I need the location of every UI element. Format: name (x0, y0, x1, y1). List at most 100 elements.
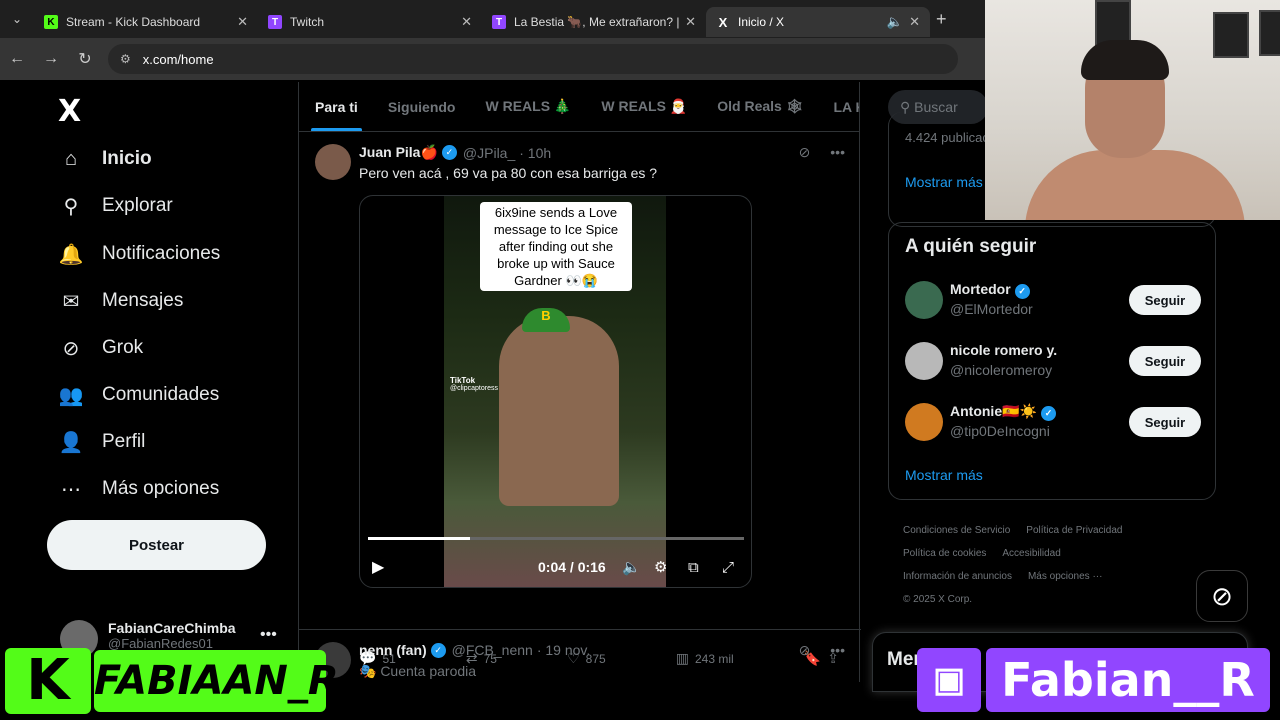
tab-siguiendo[interactable]: Siguiendo (388, 82, 456, 131)
nav-label: Mensajes (102, 290, 184, 311)
tweet-header-actions: ⊘ ••• (783, 144, 845, 161)
nav-item-messages[interactable]: ✉ Mensajes (58, 288, 184, 314)
settings-icon[interactable]: ⚙ (654, 558, 667, 576)
follow-button[interactable]: Seguir (1129, 285, 1201, 315)
tweet-handle[interactable]: @JPila_ (463, 145, 515, 161)
footer-link[interactable]: Más opciones ··· (1028, 571, 1102, 582)
avatar[interactable] (905, 342, 943, 380)
footer-link[interactable]: Política de Privacidad (1026, 525, 1122, 536)
pip-icon[interactable]: ⧉ (688, 559, 699, 576)
tweet-time[interactable]: · 10h (519, 145, 551, 161)
nav-item-profile[interactable]: 👤 Perfil (58, 429, 146, 455)
grok-icon[interactable]: ⊘ (799, 144, 811, 160)
tweet-header: Juan Pila🍎 ✓ @JPila_ · 10h (359, 144, 551, 161)
feed-tabs: Para ti Siguiendo W REALS 🎄 W REALS 🎅 Ol… (299, 82, 859, 132)
tab-title: Stream - Kick Dashboard (66, 15, 201, 29)
tweet-time[interactable]: · 19 nov. (537, 642, 590, 658)
follow-button[interactable]: Seguir (1129, 407, 1201, 437)
new-tab-button[interactable]: + (936, 9, 947, 30)
tab-old-reals[interactable]: Old Reals 🕸 (717, 82, 803, 131)
tab-la-k[interactable]: LA K-E (833, 82, 859, 131)
tweet-author-name[interactable]: Juan Pila🍎 (359, 144, 438, 161)
tab-close-icon[interactable]: ✕ (237, 14, 248, 30)
nav-item-home[interactable]: ⌂ Inicio (58, 146, 152, 172)
suggestion-name-text: Mortedor (950, 281, 1011, 297)
browser-tab-kick[interactable]: K Stream - Kick Dashboard ✕ (34, 7, 258, 37)
account-name: FabianCareChimba (108, 620, 236, 636)
tab-close-icon[interactable]: ✕ (685, 14, 696, 30)
tab-search-dropdown[interactable]: ⌄ (0, 0, 34, 38)
speaker-icon[interactable]: 🔈 (887, 14, 903, 30)
volume-icon[interactable]: 🔈 (622, 558, 641, 576)
grok-icon: ⊘ (62, 337, 80, 360)
video-controls: ▶ 0:04 / 0:16 🔈 ⚙ ⧉ ⤢ (360, 554, 751, 580)
avatar[interactable] (315, 144, 351, 180)
suggestion-name: Mortedor ✓ (950, 281, 1030, 299)
avatar[interactable] (905, 403, 943, 441)
follow-suggestion[interactable]: Antonie🇪🇸☀️ ✓ @tip0DeIncogni Seguir (905, 401, 1201, 445)
grok-fab-button[interactable]: ⊘ (1196, 570, 1248, 622)
tweet-more-icon[interactable]: ••• (830, 144, 845, 160)
bell-icon: 🔔 (58, 243, 84, 266)
reload-icon[interactable]: ↻ (68, 49, 102, 69)
avatar[interactable] (905, 281, 943, 319)
nav-item-more[interactable]: ⋯ Más opciones (58, 476, 219, 502)
suggestion-handle: @tip0DeIncogni (950, 423, 1050, 439)
follow-suggestion[interactable]: Mortedor ✓ @ElMortedor Seguir (905, 279, 1201, 323)
video-progress-bar[interactable] (368, 537, 744, 540)
nav-item-notifications[interactable]: 🔔 Notificaciones (58, 241, 221, 267)
more-options-icon: ⋯ (61, 478, 81, 501)
site-info-icon[interactable]: ⚙ (120, 52, 131, 66)
twitch-favicon-icon: T (492, 15, 506, 29)
streamer-body (1025, 150, 1245, 220)
footer-link[interactable]: Información de anuncios (903, 571, 1012, 582)
verified-badge-icon: ✓ (1040, 406, 1056, 421)
follow-suggestion[interactable]: nicole romero y. @nicoleromeroy Seguir (905, 340, 1201, 384)
tweet-handle[interactable]: @FCB_nenn (452, 642, 533, 658)
x-logo-icon[interactable]: X (58, 94, 81, 129)
video-frame: 6ix9ine sends a Love message to Ice Spic… (444, 196, 666, 587)
tab-title: La Bestia 🐂, Me extrañaron? | (514, 15, 680, 29)
tweet[interactable]: Juan Pila🍎 ✓ @JPila_ · 10h ⊘ ••• Pero ve… (299, 132, 861, 666)
hat-letter: B (522, 308, 570, 332)
account-more-icon[interactable]: ••• (260, 626, 277, 644)
post-button[interactable]: Postear (47, 520, 266, 570)
communities-icon: 👥 (58, 384, 84, 407)
suggestion-name-text: Antonie🇪🇸☀️ (950, 403, 1037, 419)
footer-link[interactable]: Política de cookies (903, 548, 986, 559)
tweet[interactable]: nenn (fan) ✓ @FCB_nenn · 19 nov. ⊘ ••• 🎭… (299, 630, 861, 690)
who-to-follow-title: A quién seguir (905, 236, 1037, 257)
grok-icon[interactable]: ⊘ (799, 642, 811, 658)
browser-tab-x[interactable]: X Inicio / X 🔈 ✕ (706, 7, 930, 37)
tweet-more-icon[interactable]: ••• (830, 642, 845, 658)
show-more-link[interactable]: Mostrar más (905, 467, 983, 483)
tab-w-reals-1[interactable]: W REALS 🎄 (485, 82, 571, 131)
copyright: © 2025 X Corp. (903, 594, 973, 605)
forward-icon[interactable]: → (34, 50, 68, 68)
footer-link[interactable]: Condiciones de Servicio (903, 525, 1010, 536)
nav-item-explore[interactable]: ⚲ Explorar (58, 193, 173, 219)
back-icon[interactable]: ← (0, 50, 34, 68)
tab-w-reals-2[interactable]: W REALS 🎅 (601, 82, 687, 131)
tab-para-ti[interactable]: Para ti (311, 82, 362, 131)
tab-close-icon[interactable]: ✕ (909, 14, 920, 30)
nav-item-grok[interactable]: ⊘ Grok (58, 335, 144, 361)
mail-icon: ✉ (62, 290, 80, 313)
tweet-author-name[interactable]: nenn (fan) (359, 642, 427, 658)
tweet-text: Pero ven acá , 69 va pa 80 con esa barri… (359, 165, 658, 181)
show-more-link[interactable]: Mostrar más (905, 174, 983, 190)
left-navigation: X ⌂ Inicio ⚲ Explorar 🔔 Notificaciones ✉… (0, 82, 298, 720)
browser-tab-twitch[interactable]: T Twitch ✕ (258, 7, 482, 37)
follow-button[interactable]: Seguir (1129, 346, 1201, 376)
browser-tab-twitch-stream[interactable]: T La Bestia 🐂, Me extrañaron? | ✕ (482, 7, 706, 37)
tweet-video[interactable]: 6ix9ine sends a Love message to Ice Spic… (359, 195, 752, 588)
tab-close-icon[interactable]: ✕ (461, 14, 472, 30)
fullscreen-icon[interactable]: ⤢ (722, 559, 734, 576)
url-text: x.com/home (142, 51, 214, 67)
play-icon[interactable]: ▶ (372, 557, 384, 577)
url-bar[interactable]: ⚙ x.com/home (108, 44, 958, 74)
main-feed: Para ti Siguiendo W REALS 🎄 W REALS 🎅 Ol… (298, 82, 861, 682)
grok-icon: ⊘ (1211, 580, 1233, 611)
footer-link[interactable]: Accesibilidad (1002, 548, 1060, 559)
nav-item-communities[interactable]: 👥 Comunidades (58, 382, 220, 408)
